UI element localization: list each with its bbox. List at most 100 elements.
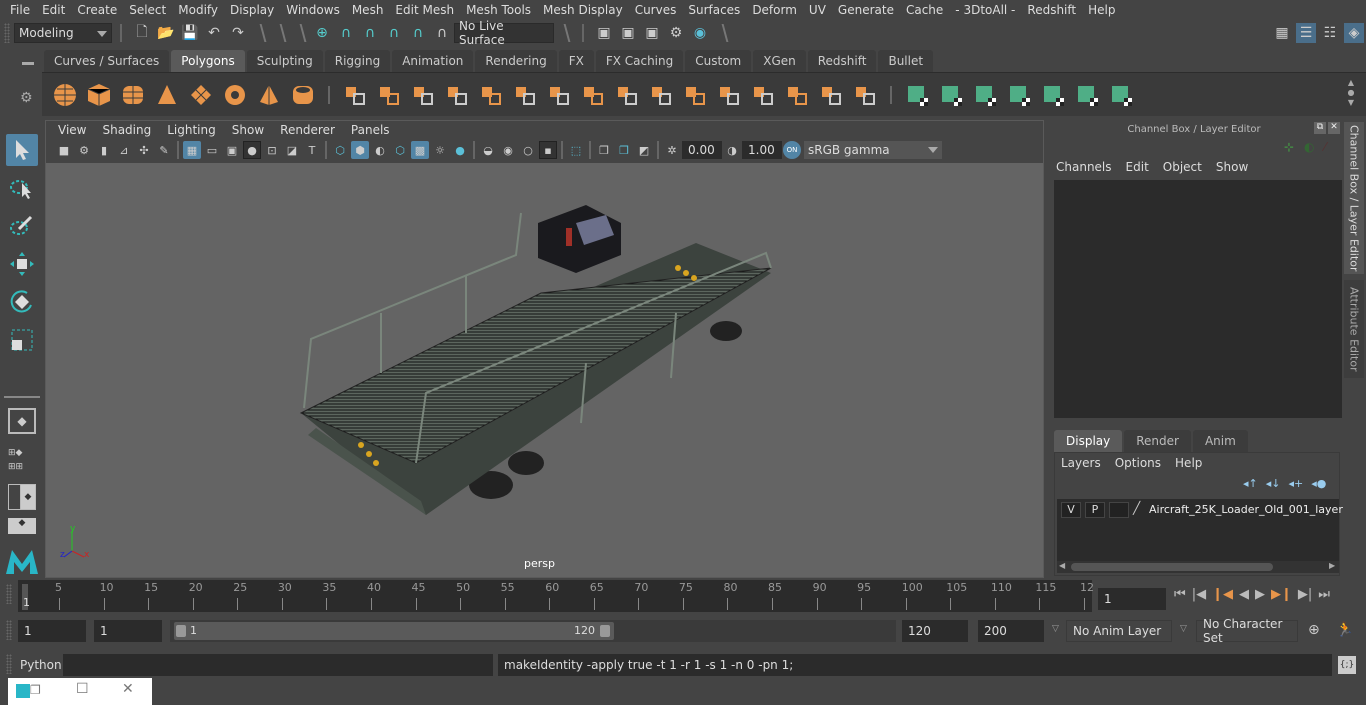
menu-display[interactable]: Display — [224, 3, 280, 17]
layer-color-swatch-icon[interactable]: ╱ — [1133, 501, 1140, 515]
triangulate-icon[interactable] — [748, 80, 778, 110]
new-scene-icon[interactable]: 🗋 — [132, 23, 152, 43]
ipr-render-icon[interactable]: ▣ — [642, 23, 662, 43]
uv-editor-icon[interactable] — [1072, 80, 1102, 110]
playback-start-field[interactable]: 1 — [94, 620, 162, 642]
drag-handle[interactable] — [4, 23, 10, 43]
shelf-tab-curves-surfaces[interactable]: Curves / Surfaces — [44, 50, 170, 72]
poly-torus-icon[interactable] — [220, 80, 250, 110]
menu-help[interactable]: Help — [1082, 3, 1121, 17]
animation-end-field[interactable]: 200 — [978, 620, 1044, 642]
screen-space-ao-icon[interactable]: ◒ — [479, 141, 497, 159]
scrollbar-thumb[interactable] — [1071, 563, 1273, 571]
shelf-tab-custom[interactable]: Custom — [685, 50, 752, 72]
workspace-selector[interactable]: Modeling — [14, 23, 112, 43]
menu-modify[interactable]: Modify — [172, 3, 224, 17]
smooth-shade-icon[interactable]: ⬢ — [351, 141, 369, 159]
time-slider[interactable]: 1 5 10 15 20 25 30 35 40 45 50 55 60 65 70 75 80 85 90 95 1… — [18, 580, 1094, 612]
layer-editor-tab-render[interactable]: Render — [1124, 430, 1191, 452]
viewport-menu-shading[interactable]: Shading — [94, 123, 159, 137]
maximize-window-icon[interactable]: ☐ — [76, 681, 89, 697]
rotate-tool-icon[interactable] — [6, 286, 38, 318]
snap-live-icon[interactable]: ∩ — [408, 23, 428, 43]
append-icon[interactable] — [612, 80, 642, 110]
menu-redshift[interactable]: Redshift — [1021, 3, 1082, 17]
combine-icon[interactable] — [340, 80, 370, 110]
collapse-chevron[interactable] — [293, 24, 307, 42]
use-default-material-icon[interactable]: ◐ — [371, 141, 389, 159]
command-input[interactable] — [63, 654, 493, 676]
menu-mesh[interactable]: Mesh — [346, 3, 390, 17]
channel-box-menu-object[interactable]: Object — [1161, 160, 1214, 174]
camera-attributes-icon[interactable]: ⚙ — [75, 141, 93, 159]
color-management-toggle[interactable]: ON — [783, 141, 801, 159]
automatic-uv-icon[interactable] — [1004, 80, 1034, 110]
channel-box-menu-channels[interactable]: Channels — [1054, 160, 1124, 174]
play-forward-icon[interactable]: ▶ — [1255, 587, 1265, 602]
target-weld-icon[interactable] — [816, 80, 846, 110]
depth-of-field-icon[interactable]: ▪ — [539, 141, 557, 159]
redo-icon[interactable]: ↷ — [228, 23, 248, 43]
shelf-tab-rigging[interactable]: Rigging — [324, 50, 391, 72]
render-frame-icon[interactable]: ▣ — [618, 23, 638, 43]
use-all-lights-icon[interactable]: ☼ — [431, 141, 449, 159]
camera-select-icon[interactable]: ■ — [55, 141, 73, 159]
play-backward-icon[interactable]: ◀ — [1239, 587, 1249, 602]
shelf-tab-redshift[interactable]: Redshift — [807, 50, 877, 72]
poly-plane-icon[interactable] — [186, 80, 216, 110]
poly-pyramid-icon[interactable] — [254, 80, 284, 110]
shelf-tab-fx-caching[interactable]: FX Caching — [595, 50, 684, 72]
channel-box-menu-edit[interactable]: Edit — [1124, 160, 1161, 174]
bookmark-icon[interactable]: ▮ — [95, 141, 113, 159]
multi-cut-icon[interactable] — [510, 80, 540, 110]
2d-pan-zoom-icon[interactable]: ✣ — [135, 141, 153, 159]
layer-display-type-toggle[interactable] — [1109, 502, 1129, 518]
film-gate-icon[interactable]: ▭ — [203, 141, 221, 159]
hyper-icon[interactable]: ⁄ — [1324, 140, 1326, 154]
undo-icon[interactable]: ↶ — [204, 23, 224, 43]
loader-truck-model[interactable] — [46, 163, 1043, 577]
outliner-persp-layout-icon[interactable]: ◆ — [8, 484, 36, 510]
move-tool-icon[interactable] — [6, 248, 38, 280]
menu-mesh-display[interactable]: Mesh Display — [537, 3, 629, 17]
playback-end-field[interactable]: 120 — [902, 620, 968, 642]
drag-handle[interactable] — [6, 620, 12, 640]
motion-blur-icon[interactable]: ◉ — [499, 141, 517, 159]
viewport-menu-view[interactable]: View — [50, 123, 94, 137]
restore-window-icon[interactable]: ❐ — [30, 683, 41, 697]
shelf-scroll[interactable]: ▲ ● ▼ — [1345, 78, 1357, 110]
isolate-select-icon[interactable]: ⬚ — [567, 141, 585, 159]
shadows-icon[interactable]: ● — [451, 141, 469, 159]
shelf-tab-polygons[interactable]: Polygons — [171, 50, 245, 72]
anti-aliasing-icon[interactable]: ○ — [519, 141, 537, 159]
viewport-menu-panels[interactable]: Panels — [343, 123, 398, 137]
shelf-tab-animation[interactable]: Animation — [392, 50, 474, 72]
script-editor-icon[interactable]: {;} — [1338, 656, 1356, 674]
move-layer-up-icon[interactable]: ◂↑ — [1243, 477, 1258, 490]
snap-magnet-icon[interactable]: ∩ — [432, 23, 452, 43]
single-perspective-layout-icon[interactable]: ◆ — [8, 408, 36, 434]
snap-grid-icon[interactable]: ⊕ — [312, 23, 332, 43]
step-forward-frame-icon[interactable]: ▶❙ — [1271, 587, 1292, 602]
poly-cylinder-icon[interactable] — [118, 80, 148, 110]
grid-toggle-icon[interactable]: ▦ — [183, 141, 201, 159]
collapse-chevron[interactable] — [253, 24, 267, 42]
range-slider-bar[interactable]: 1 120 — [174, 622, 614, 640]
smooth-icon[interactable] — [442, 80, 472, 110]
shelf-settings-gear-icon[interactable]: ⚙ — [20, 90, 33, 106]
planar-uv-icon[interactable] — [902, 80, 932, 110]
color-space-select[interactable]: sRGB gamma — [804, 141, 942, 159]
textured-icon[interactable]: ▩ — [411, 141, 429, 159]
animation-start-field[interactable]: 1 — [18, 620, 86, 642]
menu-file[interactable]: File — [4, 3, 36, 17]
wireframe-on-shaded-icon[interactable]: ⬡ — [391, 141, 409, 159]
scale-tool-icon[interactable] — [6, 324, 38, 356]
bevel-icon[interactable] — [476, 80, 506, 110]
current-frame-field[interactable]: 1 — [1098, 588, 1166, 610]
menu-generate[interactable]: Generate — [832, 3, 900, 17]
extrude-icon[interactable] — [544, 80, 574, 110]
menu-uv[interactable]: UV — [803, 3, 832, 17]
menu-surfaces[interactable]: Surfaces — [682, 3, 746, 17]
hypershade-icon[interactable]: ◉ — [690, 23, 710, 43]
layer-editor-menu-layers[interactable]: Layers — [1061, 456, 1115, 470]
